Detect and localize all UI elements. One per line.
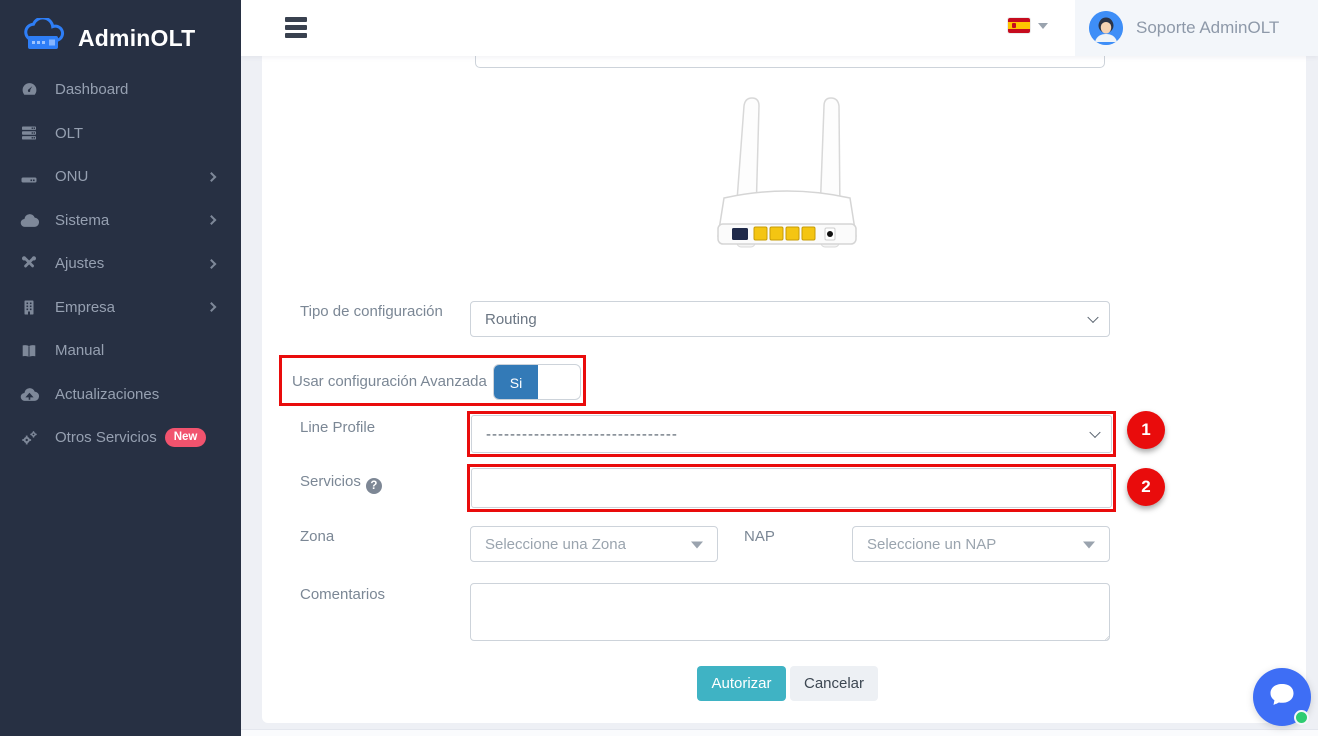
topbar: Soporte AdminOLT	[241, 0, 1318, 56]
tipo-configuracion-label: Tipo de configuración	[300, 303, 443, 320]
book-icon	[18, 342, 40, 360]
sidebar-item-label: Ajustes	[55, 255, 104, 272]
cloud-device-logo-icon	[22, 18, 68, 59]
brand-logo[interactable]: AdminOLT	[0, 0, 241, 62]
sidebar-item-label: ONU	[55, 168, 88, 185]
annotation-box-servicios	[467, 464, 1116, 512]
sidebar-item-sistema[interactable]: Sistema	[0, 199, 241, 243]
tipo-configuracion-select[interactable]: Routing	[470, 301, 1110, 337]
autorizar-button[interactable]: Autorizar	[697, 666, 786, 701]
brand-name: AdminOLT	[78, 25, 195, 52]
user-name: Soporte AdminOLT	[1136, 18, 1279, 38]
triangle-down-icon	[1083, 542, 1095, 549]
chat-icon	[1267, 681, 1297, 714]
building-icon	[18, 298, 40, 316]
tipo-configuracion-value: Routing	[485, 311, 537, 328]
sidebar-item-label: Actualizaciones	[55, 386, 159, 403]
cut-off-field[interactable]	[475, 56, 1105, 68]
chevron-right-icon	[207, 215, 217, 225]
chevron-down-icon	[1089, 427, 1100, 438]
advanced-toggle[interactable]: Si	[493, 364, 581, 400]
zona-label: Zona	[300, 528, 334, 545]
sidebar-item-label: Empresa	[55, 299, 115, 316]
onu-authorize-form-card: Tipo de configuración Routing Usar confi…	[262, 56, 1306, 723]
caret-down-icon	[1038, 23, 1048, 29]
online-status-dot	[1294, 710, 1309, 725]
chevron-down-icon	[1087, 312, 1098, 323]
onu-device-icon	[18, 168, 40, 186]
annotation-badge-1: 1	[1127, 411, 1165, 449]
help-icon[interactable]: ?	[366, 478, 382, 494]
nap-placeholder: Seleccione un NAP	[867, 536, 996, 553]
annotation-badge-2: 2	[1127, 468, 1165, 506]
sidebar-item-empresa[interactable]: Empresa	[0, 286, 241, 330]
cloud-upload-icon	[18, 385, 40, 403]
new-badge: New	[165, 428, 207, 447]
line-profile-value: --------------------------------	[486, 426, 678, 443]
server-icon	[18, 124, 40, 142]
annotation-box-advanced: Usar configuración Avanzada Si	[279, 355, 586, 406]
nap-select[interactable]: Seleccione un NAP	[852, 526, 1110, 562]
sidebar-item-actualizaciones[interactable]: Actualizaciones	[0, 373, 241, 417]
zona-placeholder: Seleccione una Zona	[485, 536, 626, 553]
language-dropdown[interactable]	[1008, 18, 1048, 33]
comentarios-label: Comentarios	[300, 586, 385, 603]
line-profile-select[interactable]: --------------------------------	[471, 415, 1112, 453]
sidebar-item-label: Dashboard	[55, 81, 128, 98]
zona-select[interactable]: Seleccione una Zona	[470, 526, 718, 562]
annotation-box-line-profile: --------------------------------	[467, 411, 1116, 457]
cloud-icon	[18, 211, 40, 229]
sidebar-item-dashboard[interactable]: Dashboard	[0, 68, 241, 112]
onu-router-image	[692, 86, 882, 256]
chevron-right-icon	[207, 259, 217, 269]
sidebar-item-label: Sistema	[55, 212, 109, 229]
sidebar-item-manual[interactable]: Manual	[0, 329, 241, 373]
gauge-icon	[18, 81, 40, 99]
sidebar-nav: Dashboard OLT ONU Sistema	[0, 68, 241, 460]
sidebar-item-label: Otros Servicios	[55, 429, 157, 446]
user-menu[interactable]: Soporte AdminOLT	[1075, 0, 1318, 56]
sidebar-item-olt[interactable]: OLT	[0, 112, 241, 156]
servicios-label: Servicios?	[300, 473, 382, 494]
toggle-on-segment: Si	[494, 365, 538, 400]
app-window: AdminOLT Dashboard OLT ONU	[0, 0, 1318, 736]
servicios-label-text: Servicios	[300, 473, 361, 490]
chevron-right-icon	[207, 172, 217, 182]
cancelar-button[interactable]: Cancelar	[790, 666, 878, 701]
spain-flag-icon	[1008, 18, 1030, 33]
avatar	[1089, 11, 1123, 45]
gears-icon	[18, 429, 40, 447]
chevron-right-icon	[207, 302, 217, 312]
sidebar-item-otros-servicios[interactable]: Otros Servicios New	[0, 416, 241, 460]
footer-strip	[241, 729, 1318, 736]
servicios-input[interactable]	[471, 468, 1112, 508]
sidebar-item-ajustes[interactable]: Ajustes	[0, 242, 241, 286]
sidebar-item-onu[interactable]: ONU	[0, 155, 241, 199]
advanced-toggle-label: Usar configuración Avanzada	[292, 373, 487, 390]
nap-label: NAP	[744, 528, 775, 545]
menu-toggle-button[interactable]	[285, 17, 307, 39]
sidebar: AdminOLT Dashboard OLT ONU	[0, 0, 241, 736]
comentarios-textarea[interactable]	[470, 583, 1110, 641]
triangle-down-icon	[691, 542, 703, 549]
tools-icon	[18, 255, 40, 273]
sidebar-item-label: OLT	[55, 125, 83, 142]
sidebar-item-label: Manual	[55, 342, 104, 359]
line-profile-label: Line Profile	[300, 419, 375, 436]
